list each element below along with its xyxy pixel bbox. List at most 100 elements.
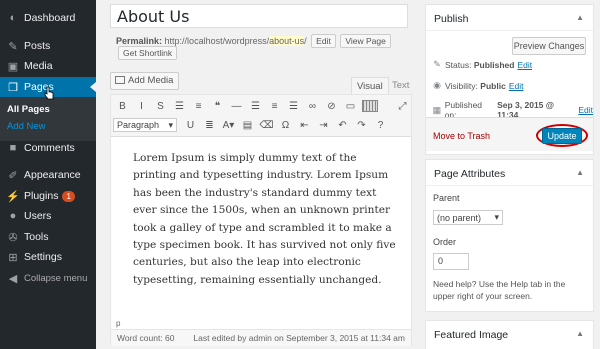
preview-changes-button[interactable]: Preview Changes: [512, 37, 586, 55]
toolbar-toggle-icon[interactable]: [362, 100, 378, 112]
get-shortlink-button[interactable]: Get Shortlink: [118, 46, 178, 60]
menu-tools[interactable]: ✇ Tools: [0, 227, 96, 247]
menu-label: Tools: [24, 231, 49, 243]
view-page-button[interactable]: View Page: [340, 34, 391, 48]
parent-select[interactable]: (no parent) ▾: [433, 210, 503, 225]
publish-title: Publish: [434, 13, 469, 25]
bold-icon[interactable]: B: [113, 98, 132, 114]
paste-text-icon[interactable]: ▤: [238, 117, 257, 133]
tools-icon: ✇: [8, 231, 18, 244]
submenu-add-new[interactable]: Add New: [7, 121, 46, 132]
media-icon: ▣: [7, 60, 19, 73]
dashboard-icon: ◐: [9, 12, 17, 24]
clear-format-icon[interactable]: ⌫: [257, 117, 276, 133]
menu-users[interactable]: ● Users: [0, 206, 96, 226]
collapse-toggle-icon[interactable]: ▲: [576, 168, 584, 177]
plugin-icon: ⚡: [6, 190, 20, 203]
permalink-label: Permalink:: [116, 36, 163, 46]
underline-icon[interactable]: U: [181, 117, 200, 133]
blockquote-icon[interactable]: ❝: [208, 98, 227, 114]
comments-icon: ■: [9, 142, 17, 154]
last-edited: Last edited by admin on September 3, 201…: [193, 333, 405, 343]
submenu-all-pages[interactable]: All Pages: [7, 104, 50, 115]
collapse-icon: ◀: [8, 272, 18, 285]
post-editor: About Us Permalink: http://localhost/wor…: [96, 0, 414, 349]
edit-permalink-button[interactable]: Edit: [311, 34, 336, 48]
editor-content[interactable]: Lorem Ipsum is simply dummy text of the …: [133, 150, 398, 289]
tab-visual[interactable]: Visual: [351, 77, 389, 94]
parent-label: Parent: [433, 193, 460, 203]
hr-icon[interactable]: —: [227, 98, 246, 114]
italic-icon[interactable]: I: [132, 98, 151, 114]
editor-toolbar: B I S ☰ ≡ ❝ — ☰ ≡ ☰ ∞ ⊘ ▭ ⤢ Paragraph ▾ U ≣ A▾ ▤ ⌫ Ω ⇤ ⇥ ↶ ↷?: [111, 95, 411, 137]
justify-icon[interactable]: ≣: [200, 117, 219, 133]
title-input[interactable]: About Us: [110, 4, 408, 28]
collapse-toggle-icon[interactable]: ▲: [576, 13, 584, 22]
add-media-label: Add Media: [128, 75, 174, 86]
editor-status-bar: Word count: 60 Last edited by admin on S…: [111, 329, 411, 346]
strikethrough-icon[interactable]: S: [151, 98, 170, 114]
indent-icon[interactable]: ⇥: [314, 117, 333, 133]
edit-date-link[interactable]: Edit: [578, 105, 593, 115]
redo-icon[interactable]: ↷: [352, 117, 371, 133]
visibility-label: Visibility:: [445, 80, 478, 91]
add-media-button[interactable]: Add Media: [110, 72, 180, 90]
tab-text[interactable]: Text: [387, 77, 414, 94]
menu-label: Comments: [24, 142, 75, 154]
menu-appearance[interactable]: ✐ Appearance: [0, 165, 96, 185]
status-value: Published: [473, 59, 515, 70]
menu-label: Settings: [24, 251, 62, 263]
outdent-icon[interactable]: ⇤: [295, 117, 314, 133]
permalink-slug[interactable]: about-us: [269, 36, 305, 46]
fullscreen-icon[interactable]: ⤢: [393, 98, 412, 114]
menu-settings[interactable]: ⊞ Settings: [0, 247, 96, 267]
permalink-tail: /: [304, 36, 307, 46]
chevron-down-icon: ▾: [494, 212, 499, 222]
numbered-list-icon[interactable]: ≡: [189, 98, 208, 114]
undo-icon[interactable]: ↶: [333, 117, 352, 133]
menu-comments[interactable]: ■ Comments: [0, 138, 96, 158]
update-button[interactable]: Update: [542, 128, 582, 144]
align-right-icon[interactable]: ☰: [284, 98, 303, 114]
move-to-trash-link[interactable]: Move to Trash: [433, 131, 490, 141]
menu-posts[interactable]: ✎ Posts: [0, 36, 96, 56]
format-select[interactable]: Paragraph ▾: [113, 118, 177, 132]
bullet-list-icon[interactable]: ☰: [170, 98, 189, 114]
publish-box: Publish ▲ Preview Changes ✎ Status: Publi…: [425, 4, 594, 155]
align-left-icon[interactable]: ☰: [246, 98, 265, 114]
order-input[interactable]: 0: [433, 253, 469, 270]
help-icon[interactable]: ?: [371, 117, 390, 133]
hand-cursor-icon: [44, 86, 54, 100]
divider: [426, 30, 593, 31]
edit-status-link[interactable]: Edit: [517, 60, 532, 70]
update-count-badge: 1: [62, 190, 75, 202]
media-icon: [115, 76, 125, 84]
edit-visibility-link[interactable]: Edit: [509, 81, 524, 91]
collapse-toggle-icon[interactable]: ▲: [576, 329, 584, 338]
settings-icon: ⊞: [8, 251, 18, 264]
menu-dashboard[interactable]: ◐ Dashboard: [0, 8, 96, 28]
menu-label: Collapse menu: [24, 272, 88, 284]
menu-plugins[interactable]: ⚡ Plugins 1: [0, 186, 96, 206]
more-tag-icon[interactable]: ▭: [341, 98, 360, 114]
visibility-value: Public: [480, 80, 506, 91]
menu-label: Users: [24, 210, 52, 222]
link-icon[interactable]: ∞: [303, 98, 322, 114]
eye-icon: ◉: [433, 80, 441, 90]
element-path: p: [116, 319, 121, 328]
pin-icon: ✎: [8, 40, 18, 53]
featured-image-box: Featured Image ▲: [425, 320, 594, 349]
menu-media[interactable]: ▣ Media: [0, 56, 96, 76]
menu-label: Plugins: [24, 190, 59, 202]
parent-select-value: (no parent): [437, 212, 482, 223]
text-color-icon[interactable]: A▾: [219, 117, 238, 133]
permalink-base[interactable]: http://localhost/wordpress/: [165, 36, 270, 46]
word-count: Word count: 60: [117, 333, 175, 343]
collapse-menu-button[interactable]: ◀ Collapse menu: [0, 268, 96, 288]
unlink-icon[interactable]: ⊘: [322, 98, 341, 114]
status-row: ✎ Status: Published Edit: [432, 59, 532, 70]
menu-label: Appearance: [24, 169, 81, 181]
align-center-icon[interactable]: ≡: [265, 98, 284, 114]
pages-submenu: All Pages Add New: [0, 97, 96, 141]
omega-icon[interactable]: Ω: [276, 117, 295, 133]
